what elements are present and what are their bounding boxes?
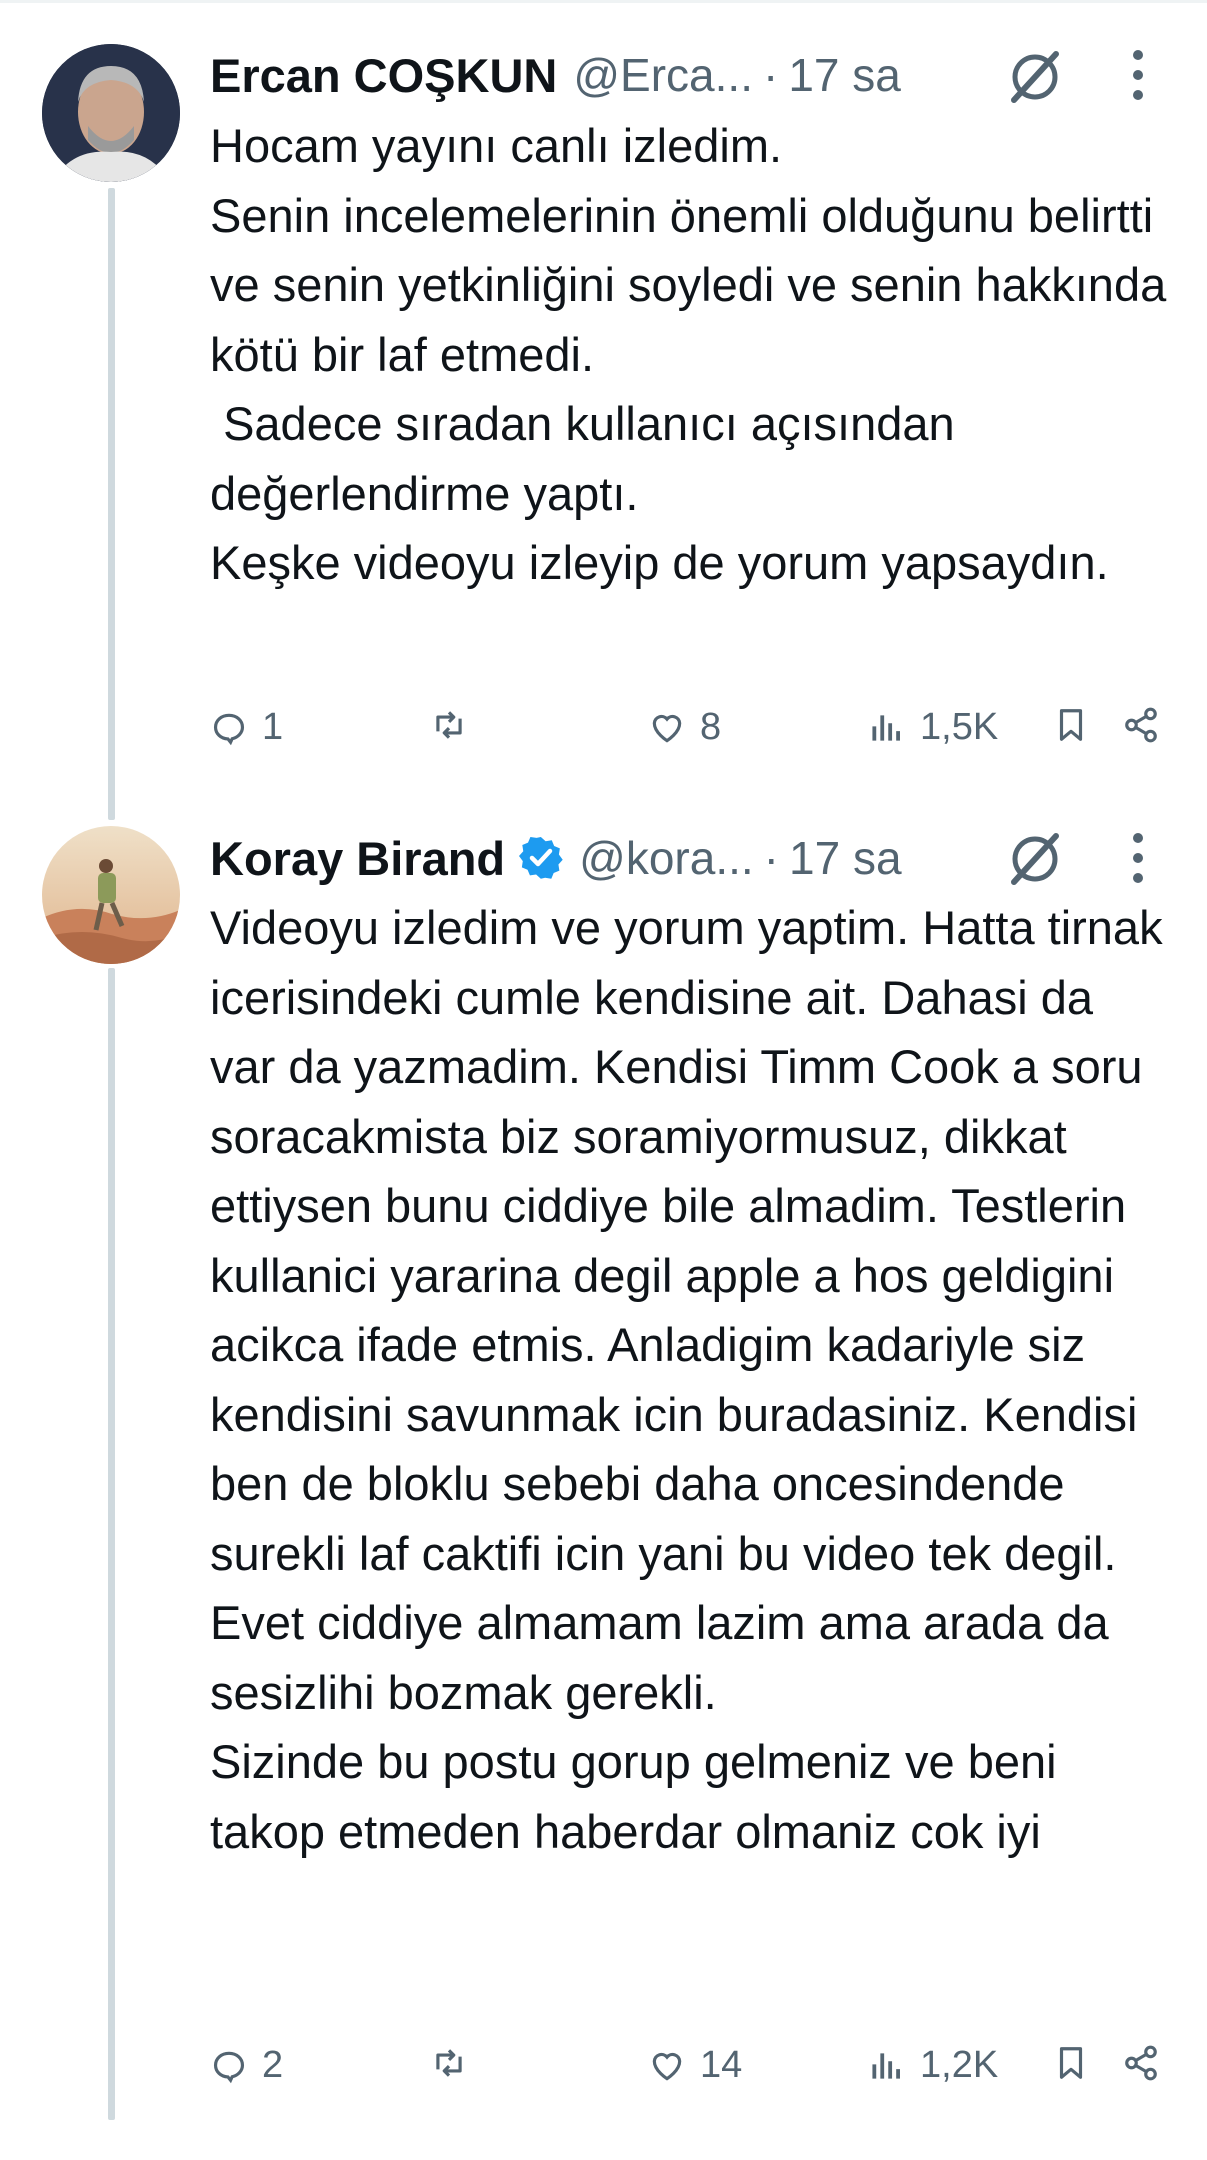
tweet-header: Ercan COŞKUN @Erca... · 17 sa: [210, 40, 901, 110]
grok-icon[interactable]: [1004, 826, 1068, 890]
like-button[interactable]: 14: [648, 2044, 742, 2087]
bookmark-button[interactable]: [1052, 2044, 1090, 2082]
timestamp[interactable]: 17 sa: [788, 48, 901, 102]
like-icon: [652, 2052, 682, 2081]
like-icon: [652, 714, 682, 743]
author-name[interactable]: Ercan COŞKUN: [210, 48, 557, 103]
repost-button[interactable]: [430, 2044, 482, 2082]
views-button[interactable]: 1,2K: [868, 2044, 998, 2087]
repost-icon: [436, 2049, 462, 2077]
verified-badge-icon: [519, 836, 563, 880]
views-count: 1,2K: [920, 2044, 999, 2086]
share-button[interactable]: [1122, 706, 1160, 744]
tweet-actions: 2 14 1,2K: [0, 2035, 1207, 2091]
reply-count: 2: [262, 2044, 284, 2086]
avatar[interactable]: [42, 826, 180, 964]
reply-icon: [213, 2051, 245, 2083]
repost-icon: [436, 711, 462, 739]
share-button[interactable]: [1122, 2044, 1160, 2082]
thread-line: [108, 968, 115, 2120]
avatar[interactable]: [42, 44, 180, 182]
more-icon[interactable]: [1120, 828, 1156, 888]
repost-button[interactable]: [430, 706, 482, 744]
more-icon[interactable]: [1120, 45, 1156, 105]
tweet-header: Koray Birand @kora... · 17 sa: [210, 823, 902, 893]
views-icon: [872, 714, 900, 741]
share-icon: [1125, 2045, 1157, 2081]
author-handle[interactable]: @kora...: [579, 831, 754, 885]
separator-dot: ·: [762, 49, 779, 101]
bookmark-icon: [1059, 709, 1083, 741]
grok-icon[interactable]: [1004, 44, 1068, 108]
reply-count: 1: [262, 706, 284, 748]
like-count: 8: [700, 706, 722, 748]
bookmark-button[interactable]: [1052, 706, 1090, 744]
views-button[interactable]: 1,5K: [868, 706, 998, 749]
top-divider: [0, 0, 1207, 3]
timestamp[interactable]: 17 sa: [789, 831, 902, 885]
share-icon: [1125, 707, 1157, 743]
views-icon: [872, 2052, 900, 2079]
author-handle[interactable]: @Erca...: [573, 48, 753, 102]
author-name[interactable]: Koray Birand: [210, 831, 505, 886]
bookmark-icon: [1059, 2047, 1083, 2079]
views-count: 1,5K: [920, 706, 999, 748]
tweet-text: Videoyu izledim ve yorum yaptim. Hatta t…: [210, 901, 1163, 1858]
reply-button[interactable]: 2: [210, 2044, 283, 2087]
like-count: 14: [700, 2044, 743, 2086]
reply-icon: [213, 713, 245, 745]
like-button[interactable]: 8: [648, 706, 721, 749]
tweet-text: Hocam yayını canlı izledim. Senin incele…: [210, 119, 1167, 589]
separator-dot: ·: [763, 832, 779, 884]
tweet-actions: 1 8 1,5K: [0, 697, 1207, 753]
reply-button[interactable]: 1: [210, 706, 283, 749]
